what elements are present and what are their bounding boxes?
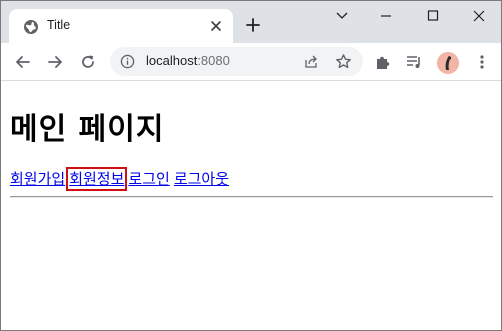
reload-icon[interactable]: [79, 53, 97, 71]
close-icon[interactable]: [209, 19, 223, 33]
media-queue-icon[interactable]: [405, 53, 423, 71]
chevron-down-icon[interactable]: [333, 9, 351, 23]
profile-icon: [437, 52, 459, 74]
url-text[interactable]: localhost:8080: [146, 53, 230, 68]
puzzle-icon[interactable]: [374, 53, 392, 71]
maximize-icon[interactable]: [424, 9, 442, 23]
browser-toolbar: localhost:8080: [1, 43, 501, 81]
browser-tab[interactable]: Title: [9, 9, 233, 43]
globe-icon: [24, 20, 38, 34]
address-bar[interactable]: localhost:8080: [110, 47, 363, 76]
plus-icon[interactable]: [245, 17, 261, 33]
forward-arrow-icon[interactable]: [46, 53, 64, 71]
avatar[interactable]: [437, 52, 459, 74]
url-port: :8080: [197, 53, 230, 68]
tab-strip: Title: [1, 1, 501, 43]
share-icon[interactable]: [303, 54, 319, 70]
nav-link-member-info[interactable]: 회원정보: [66, 167, 128, 191]
info-icon[interactable]: [120, 54, 135, 69]
minimize-icon[interactable]: [377, 9, 395, 23]
back-arrow-icon[interactable]: [14, 53, 32, 71]
browser-window: Title localhost:8080 메인 페이지 회원가입 회원정보 로그…: [0, 0, 502, 331]
nav-link-login[interactable]: 로그인: [128, 170, 169, 188]
tab-title: Title: [47, 18, 71, 32]
nav-links: 회원가입 회원정보 로그인 로그아웃: [10, 167, 229, 191]
nav-link-logout[interactable]: 로그아웃: [174, 170, 229, 188]
window-close-icon[interactable]: [470, 9, 488, 23]
nav-link-signup[interactable]: 회원가입: [10, 170, 65, 188]
kebab-menu-icon[interactable]: [473, 53, 491, 71]
star-icon[interactable]: [335, 53, 352, 70]
horizontal-rule: [10, 196, 493, 198]
url-host: localhost: [146, 53, 198, 68]
page-viewport: 메인 페이지 회원가입 회원정보 로그인 로그아웃: [1, 82, 501, 330]
page-title: 메인 페이지: [10, 112, 165, 147]
